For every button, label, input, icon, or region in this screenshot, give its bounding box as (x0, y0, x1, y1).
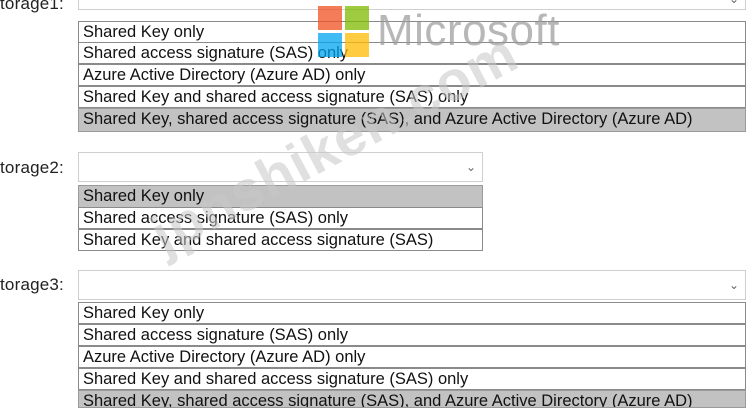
storage3-dropdown[interactable]: ⌄ (78, 270, 746, 300)
logo-square-yellow (345, 33, 369, 57)
storage1-label: torage1: (0, 0, 64, 13)
chevron-down-icon[interactable]: ⌄ (466, 161, 476, 173)
storage2-option-shared-key-sas[interactable]: Shared Key and shared access signature (… (78, 229, 483, 251)
storage3-option-shared-key-sas[interactable]: Shared Key and shared access signature (… (78, 368, 746, 390)
storage3-option-all[interactable]: Shared Key, shared access signature (SAS… (78, 390, 746, 408)
storage3-option-azure-ad[interactable]: Azure Active Directory (Azure AD) only (78, 346, 746, 368)
storage3-option-sas[interactable]: Shared access signature (SAS) only (78, 324, 746, 346)
microsoft-logo-watermark (318, 6, 372, 60)
logo-square-red (318, 6, 342, 30)
chevron-down-icon[interactable]: ⌄ (729, 279, 739, 291)
storage2-label: torage2: (0, 158, 64, 177)
storage3-label: torage3: (0, 275, 64, 294)
logo-square-blue (318, 33, 342, 57)
storage3-option-shared-key[interactable]: Shared Key only (78, 302, 746, 324)
logo-square-green (345, 6, 369, 30)
storage2-option-sas[interactable]: Shared access signature (SAS) only (78, 207, 483, 229)
storage3-options: Shared Key only Shared access signature … (78, 302, 746, 408)
chevron-down-icon[interactable]: ⌄ (729, 0, 739, 5)
